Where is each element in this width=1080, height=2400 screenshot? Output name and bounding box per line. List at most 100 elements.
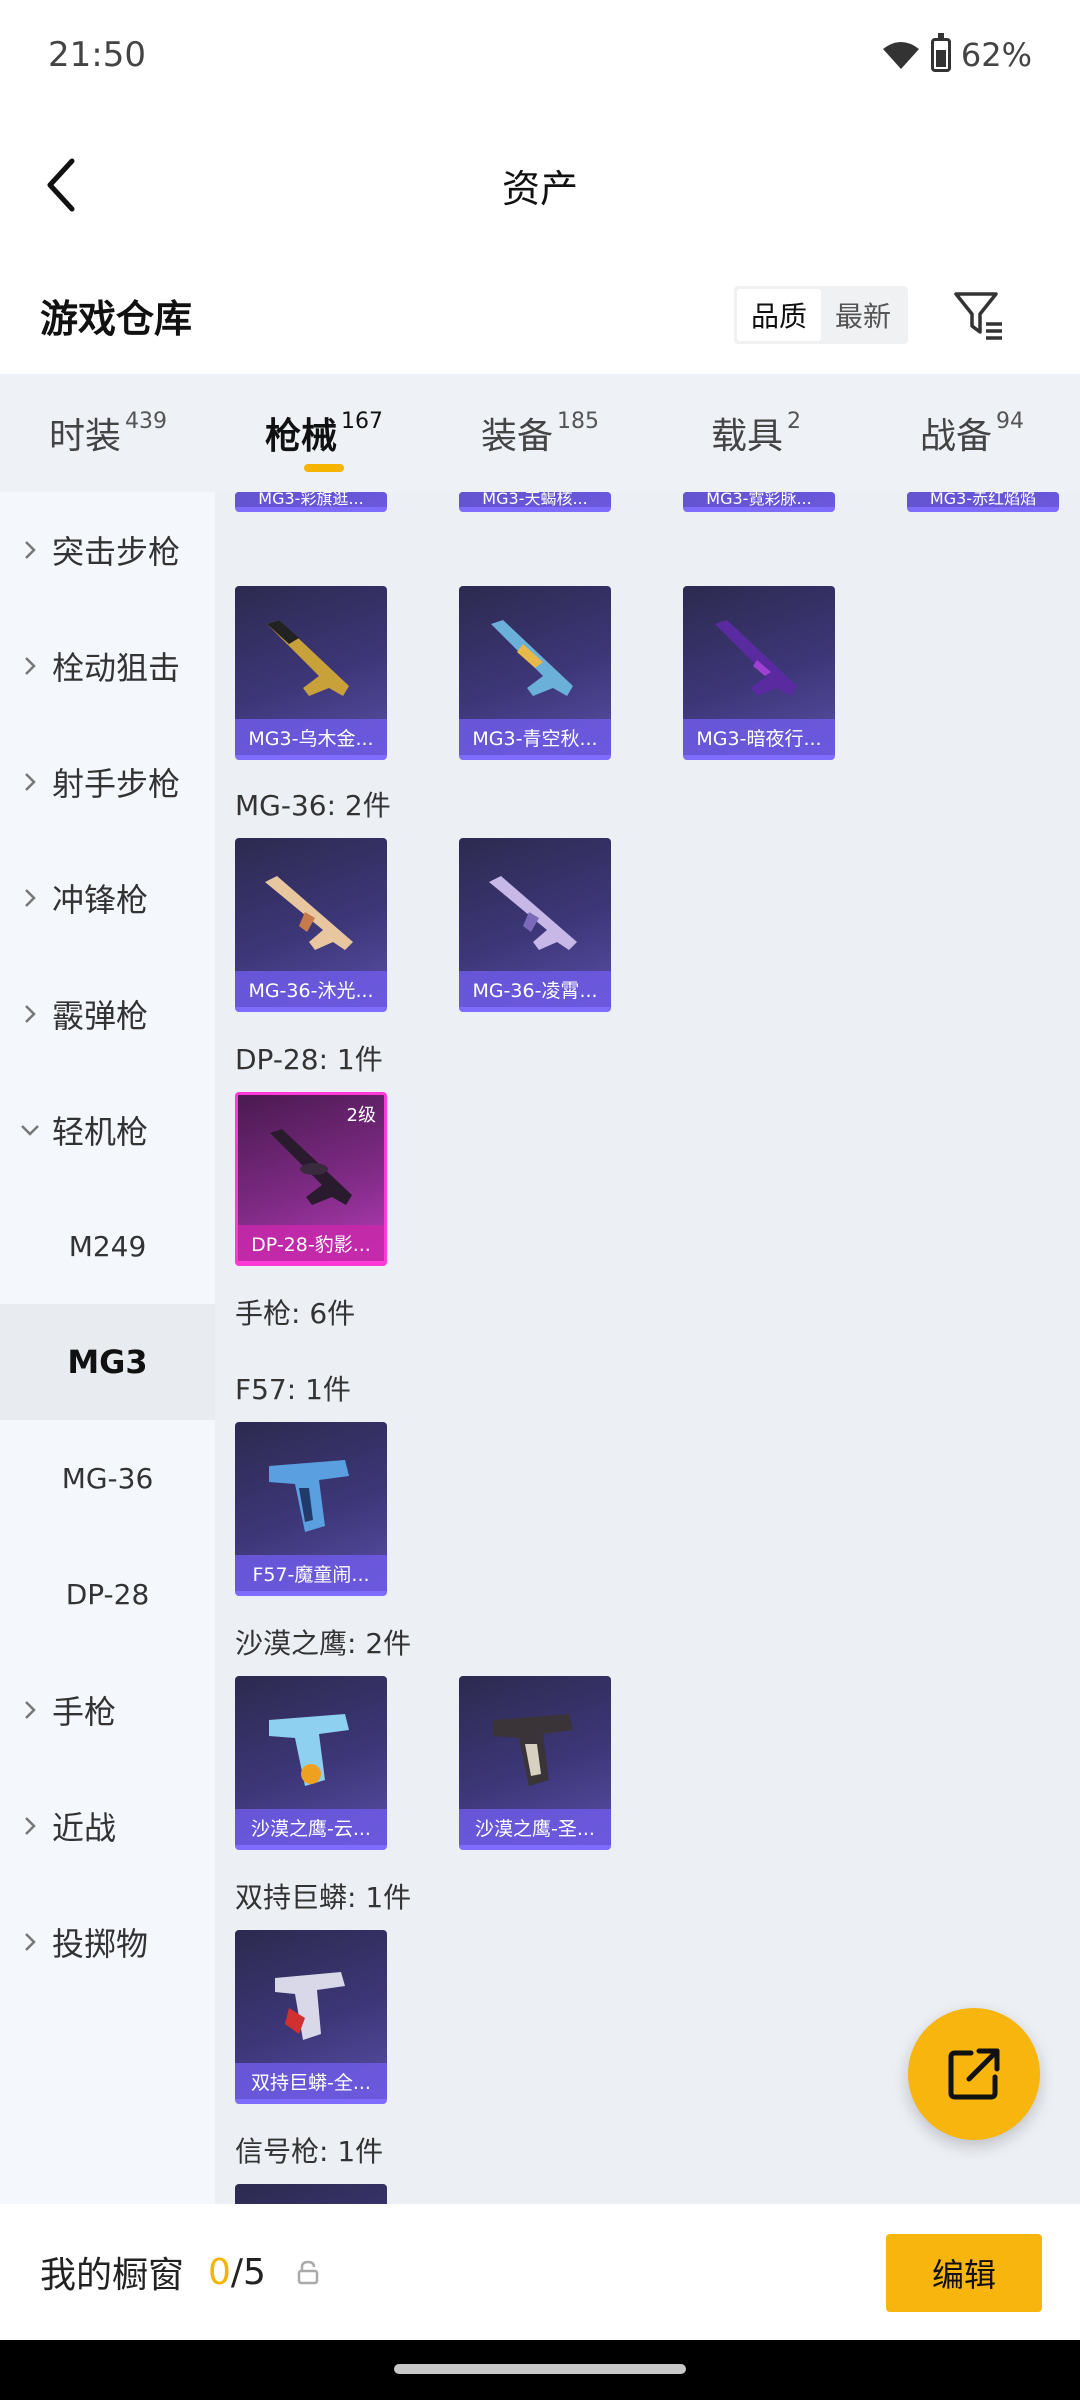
sidebar-item-melee[interactable]: 近战 (0, 1768, 215, 1884)
weapon-card[interactable]: MG3-彩旗逛... (235, 492, 387, 512)
machine-gun-icon (715, 620, 797, 696)
weapon-card[interactable]: 沙漠之鹰-云... (235, 1676, 387, 1850)
battery-percent: 62% (960, 36, 1032, 74)
weapon-card[interactable]: MG3-青空秋... (459, 586, 611, 760)
weapon-card[interactable]: F57-魔童闹... (235, 1422, 387, 1596)
group-label-desert-eagle: 沙漠之鹰: 2件 (235, 1627, 412, 1660)
showcase-label: 我的橱窗 (40, 2255, 185, 2296)
machine-gun-icon (267, 620, 349, 696)
weapon-card[interactable]: MG3-乌木金... (235, 586, 387, 760)
weapon-name: MG3-赤红焰焰 (907, 492, 1059, 507)
chevron-right-icon (20, 888, 40, 908)
status-bar: 21:50 62% (0, 0, 1080, 110)
chevron-left-icon (47, 158, 75, 212)
sort-quality-button[interactable]: 品质 (737, 289, 821, 341)
sidebar-item-label: 冲锋枪 (52, 881, 149, 919)
weapon-card[interactable]: 沙漠之鹰-圣... (459, 1676, 611, 1850)
sidebar-item-label: 射手步枪 (52, 765, 181, 803)
page-title: 资产 (501, 166, 578, 211)
chevron-right-icon (20, 1700, 40, 1720)
tab-label: 枪械 (264, 416, 337, 457)
app-header: 资产 (0, 110, 1080, 260)
weapon-card[interactable]: MG3-赤红焰焰 (907, 492, 1059, 512)
tab-supplies[interactable]: 战备 94 (864, 374, 1080, 492)
group-label-mg36: MG-36: 2件 (235, 789, 391, 822)
filter-icon[interactable] (952, 288, 1006, 342)
pistol-icon (269, 1460, 349, 1532)
category-tabs: 时装 439 枪械 167 装备 185 载具 2 战备 94 (0, 374, 1080, 492)
showcase-total: /5 (230, 2251, 266, 2293)
weapon-card[interactable] (235, 2184, 387, 2204)
wifi-icon (882, 42, 919, 69)
group-label-dp28: DP-28: 1件 (235, 1043, 383, 1076)
sidebar-item-label: 栓动狙击 (52, 649, 181, 687)
sidebar-subitem-mg3[interactable]: MG3 (0, 1304, 215, 1420)
weapon-name: MG3-天蝎核... (459, 492, 611, 507)
sidebar-item-lmg[interactable]: 轻机枪 (0, 1072, 215, 1188)
showcase-bar: 我的橱窗 0/5 编辑 (0, 2204, 1080, 2340)
tab-label: 装备 (480, 416, 553, 457)
weapon-name: MG-36-凌霄... (459, 971, 611, 1007)
sidebar-subitem-dp28[interactable]: DP-28 (0, 1536, 215, 1652)
pistol-icon (269, 1714, 349, 1786)
weapon-card[interactable]: MG-36-凌霄... (459, 838, 611, 1012)
weapon-card[interactable]: MG3-霓彩脉... (683, 492, 835, 512)
group-label-f57: F57: 1件 (235, 1373, 351, 1406)
weapon-name: MG-36-沐光... (235, 971, 387, 1007)
sidebar-item-marksman-rifle[interactable]: 射手步枪 (0, 724, 215, 840)
home-gesture-handle[interactable] (394, 2364, 686, 2374)
weapon-card[interactable]: MG3-天蝎核... (459, 492, 611, 512)
chevron-right-icon (20, 1932, 40, 1952)
tab-equipment[interactable]: 装备 185 (432, 374, 648, 492)
weapon-card[interactable]: 双持巨蟒-全... (235, 1930, 387, 2104)
sidebar-item-pistol[interactable]: 手枪 (0, 1652, 215, 1768)
weapon-card[interactable]: 2级 DP-28-豹影... (235, 1092, 387, 1266)
sidebar-subitem-m249[interactable]: M249 (0, 1188, 215, 1304)
weapon-name: MG3-暗夜行... (683, 719, 835, 755)
tab-fashion[interactable]: 时装 439 (0, 374, 216, 492)
sidebar-item-label: 霰弹枪 (52, 997, 149, 1035)
tab-count: 94 (996, 408, 1024, 434)
machine-gun-icon (491, 620, 573, 696)
sidebar-item-smg[interactable]: 冲锋枪 (0, 840, 215, 956)
weapon-name: MG3-青空秋... (459, 719, 611, 755)
sidebar-item-shotgun[interactable]: 霰弹枪 (0, 956, 215, 1072)
sidebar-item-label: 突击步枪 (52, 533, 181, 571)
machine-gun-icon (270, 1129, 352, 1205)
tab-firearms[interactable]: 枪械 167 (216, 374, 432, 492)
revolver-icon (275, 1972, 345, 2040)
rifle-icon (489, 876, 577, 950)
weapon-grid: MG3-彩旗逛... MG3-天蝎核... MG3-霓彩脉... MG3-赤红焰… (215, 492, 1080, 2204)
rifle-icon (265, 876, 353, 950)
back-button[interactable] (30, 150, 90, 220)
sidebar-item-assault-rifle[interactable]: 突击步枪 (0, 492, 215, 608)
section-title: 游戏仓库 (40, 296, 193, 341)
group-label-dual-python: 双持巨蟒: 1件 (235, 1881, 412, 1914)
chevron-right-icon (20, 772, 40, 792)
group-label-flare-gun: 信号枪: 1件 (235, 2135, 384, 2168)
section-header: 游戏仓库 品质 最新 (0, 260, 1080, 370)
tab-label: 载具 (710, 416, 783, 457)
sidebar-item-label: 轻机枪 (52, 1113, 149, 1151)
pistol-icon (493, 1714, 573, 1786)
weapon-card[interactable]: MG-36-沐光... (235, 838, 387, 1012)
battery-icon (930, 33, 951, 72)
chevron-right-icon (20, 540, 40, 560)
sidebar-item-bolt-sniper[interactable]: 栓动狙击 (0, 608, 215, 724)
edit-button[interactable]: 编辑 (886, 2234, 1042, 2312)
share-button[interactable] (908, 2008, 1040, 2140)
sidebar-subitem-mg36[interactable]: MG-36 (0, 1420, 215, 1536)
status-time: 21:50 (48, 35, 146, 75)
sidebar-item-label: 近战 (52, 1809, 117, 1847)
showcase-count: 0/5 (208, 2252, 266, 2293)
tab-vehicles[interactable]: 载具 2 (648, 374, 864, 492)
weapon-name: MG3-霓彩脉... (683, 492, 835, 507)
sort-newest-button[interactable]: 最新 (821, 289, 905, 341)
weapon-category-sidebar: 突击步枪 栓动狙击 射手步枪 冲锋枪 霰弹枪 轻机枪 M249 MG3 MG-3… (0, 492, 215, 2204)
weapon-name: 双持巨蟒-全... (235, 2063, 387, 2099)
weapon-card[interactable]: MG3-暗夜行... (683, 586, 835, 760)
weapon-name: F57-魔童闹... (235, 1555, 387, 1591)
showcase-current: 0 (208, 2251, 231, 2293)
tab-count: 185 (557, 408, 599, 434)
sidebar-item-throwable[interactable]: 投掷物 (0, 1884, 215, 2000)
